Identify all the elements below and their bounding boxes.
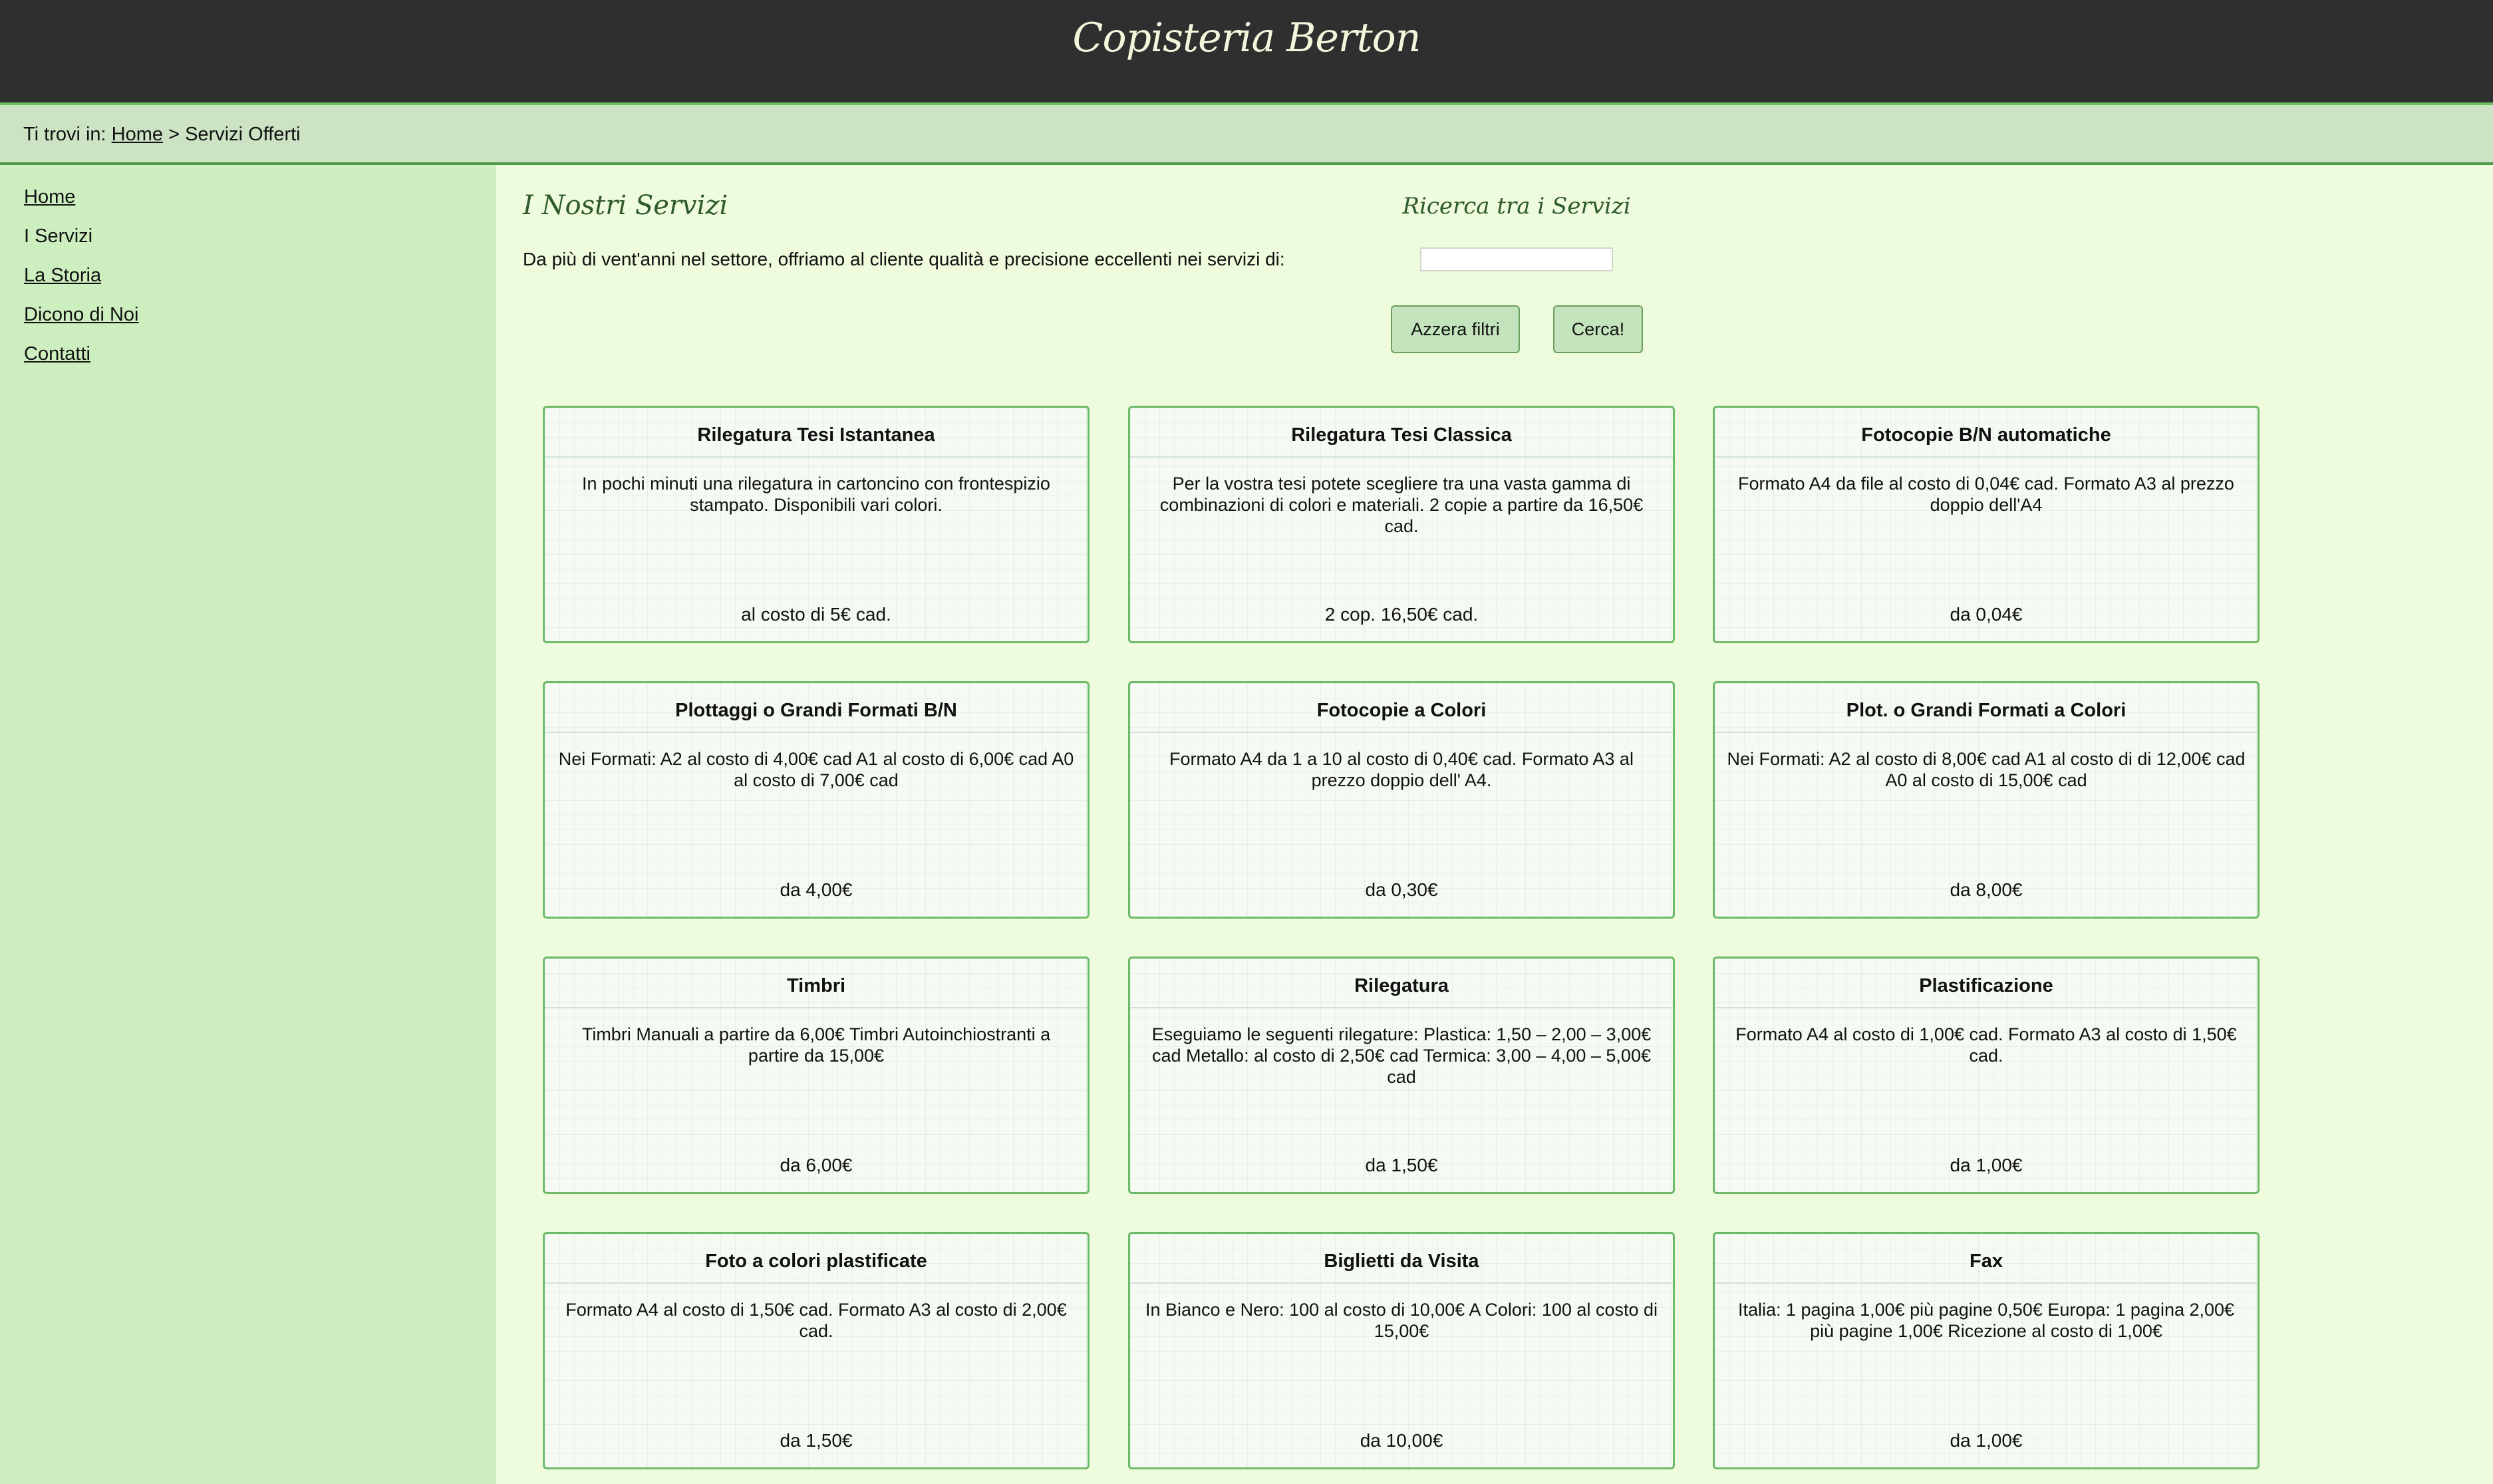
service-card-description: Nei Formati: A2 al costo di 8,00€ cad A1… — [1727, 749, 2246, 790]
service-card: Biglietti da Visita In Bianco e Nero: 100… — [1128, 1232, 1675, 1469]
search-input[interactable] — [1420, 247, 1613, 271]
service-card: Fax Italia: 1 pagina 1,00€ più pagine 0,5… — [1713, 1232, 2260, 1469]
reset-filters-button[interactable]: Azzera filtri — [1391, 305, 1520, 353]
service-card: Plottaggi o Grandi Formati B/N Nei Format… — [543, 681, 1090, 919]
service-card-description: Italia: 1 pagina 1,00€ più pagine 0,50€ … — [1737, 1300, 2235, 1341]
sidebar-item-label: I Servizi — [24, 225, 93, 247]
breadcrumb-prefix: Ti trovi in: — [23, 124, 106, 145]
search-title: Ricerca tra i Servizi — [1402, 193, 1631, 220]
sidebar-nav: Home I Servizi La Storia Dicono di Noi Conta… — [0, 165, 496, 1484]
service-card-title: Rilegatura Tesi Istantanea — [545, 408, 1088, 458]
service-card: Rilegatura Tesi Istantanea In pochi minut… — [543, 406, 1090, 643]
service-card: Fotocopie B/N automatiche Formato A4 da f… — [1713, 406, 2260, 643]
service-card-title: Biglietti da Visita — [1130, 1234, 1673, 1284]
sidebar-item-label: Home — [24, 186, 76, 208]
site-header: Copisteria Berton — [0, 0, 2493, 105]
service-card-price: da 8,00€ — [1950, 879, 2023, 900]
service-card-price: da 4,00€ — [780, 879, 853, 900]
sidebar-item-home[interactable]: Home — [24, 185, 138, 224]
intro-text: Da più di vent'anni nel settore, offriam… — [523, 249, 1285, 269]
service-card-price: da 6,00€ — [780, 1155, 853, 1175]
breadcrumb-current: Servizi Offerti — [185, 124, 301, 145]
service-card: Timbri Timbri Manuali a partire da 6,00€ … — [543, 957, 1090, 1194]
service-card-title: Plastificazione — [1715, 959, 2258, 1008]
service-card: Rilegatura Eseguiamo le seguenti rilegatu… — [1128, 957, 1675, 1194]
service-card-description: Formato A4 al costo di 1,50€ cad. Format… — [565, 1300, 1067, 1341]
nav-list: Home I Servizi La Storia Dicono di Noi Conta… — [24, 185, 138, 381]
breadcrumb-separator: > — [168, 124, 180, 145]
breadcrumb-home-link[interactable]: Home — [112, 124, 163, 145]
service-card-description: Per la vostra tesi potete scegliere tra … — [1159, 474, 1644, 536]
service-card-title: Fotocopie a Colori — [1130, 683, 1673, 733]
service-card-price: da 1,50€ — [780, 1430, 853, 1451]
service-card-description: Eseguiamo le seguenti rilegature: Plasti… — [1151, 1024, 1652, 1087]
service-card: Fotocopie a Colori Formato A4 da 1 a 10 a… — [1128, 681, 1675, 919]
service-card: Foto a colori plastificate Formato A4 al … — [543, 1232, 1090, 1469]
service-card: Plastificazione Formato A4 al costo di 1,… — [1713, 957, 2260, 1194]
sidebar-item-label: La Storia — [24, 265, 102, 286]
service-card-price: da 1,00€ — [1950, 1155, 2023, 1175]
service-card-price: da 0,30€ — [1365, 879, 1438, 900]
service-card-price: 2 cop. 16,50€ cad. — [1324, 604, 1479, 625]
service-card-description: Formato A4 da 1 a 10 al costo di 0,40€ c… — [1169, 749, 1634, 790]
service-card-price: da 1,00€ — [1950, 1430, 2023, 1451]
service-card-description: In Bianco e Nero: 100 al costo di 10,00€… — [1145, 1300, 1658, 1341]
service-card-title: Fax — [1715, 1234, 2258, 1284]
breadcrumb: Ti trovi in: Home > Servizi Offerti — [23, 124, 301, 146]
service-card-price: da 0,04€ — [1950, 604, 2023, 625]
page-title: I Nostri Servizi — [523, 190, 728, 221]
service-card-title: Rilegatura Tesi Classica — [1130, 408, 1673, 458]
service-card-price: da 10,00€ — [1360, 1430, 1443, 1451]
site-title: Copisteria Berton — [1072, 15, 1421, 61]
sidebar-item-label: Dicono di Noi — [24, 304, 139, 325]
service-card: Plot. o Grandi Formati a Colori Nei Forma… — [1713, 681, 2260, 919]
service-card-description: Formato A4 al costo di 1,00€ cad. Format… — [1735, 1024, 2237, 1066]
service-card-description: In pochi minuti una rilegatura in carton… — [582, 474, 1050, 515]
sidebar-item-i-servizi: I Servizi — [24, 224, 138, 263]
sidebar-item-label: Contatti — [24, 343, 90, 365]
sidebar-item-la-storia[interactable]: La Storia — [24, 263, 138, 303]
service-card-description: Formato A4 da file al costo di 0,04€ cad… — [1738, 474, 2234, 515]
service-card-title: Timbri — [545, 959, 1088, 1008]
service-card-title: Rilegatura — [1130, 959, 1673, 1008]
service-card-description: Nei Formati: A2 al costo di 4,00€ cad A1… — [558, 749, 1074, 790]
service-card-title: Fotocopie B/N automatiche — [1715, 408, 2258, 458]
sidebar-item-contatti[interactable]: Contatti — [24, 342, 138, 381]
service-card-title: Plot. o Grandi Formati a Colori — [1715, 683, 2258, 733]
service-card-title: Plottaggi o Grandi Formati B/N — [545, 683, 1088, 733]
service-card-price: al costo di 5€ cad. — [741, 604, 891, 625]
breadcrumb-bar: Ti trovi in: Home > Servizi Offerti — [0, 105, 2493, 165]
search-button[interactable]: Cerca! — [1553, 305, 1643, 353]
service-card: Rilegatura Tesi Classica Per la vostra te… — [1128, 406, 1675, 643]
sidebar-item-dicono-di-noi[interactable]: Dicono di Noi — [24, 303, 138, 342]
service-card-price: da 1,50€ — [1365, 1155, 1438, 1175]
service-card-description: Timbri Manuali a partire da 6,00€ Timbri… — [581, 1024, 1051, 1066]
service-card-title: Foto a colori plastificate — [545, 1234, 1088, 1284]
